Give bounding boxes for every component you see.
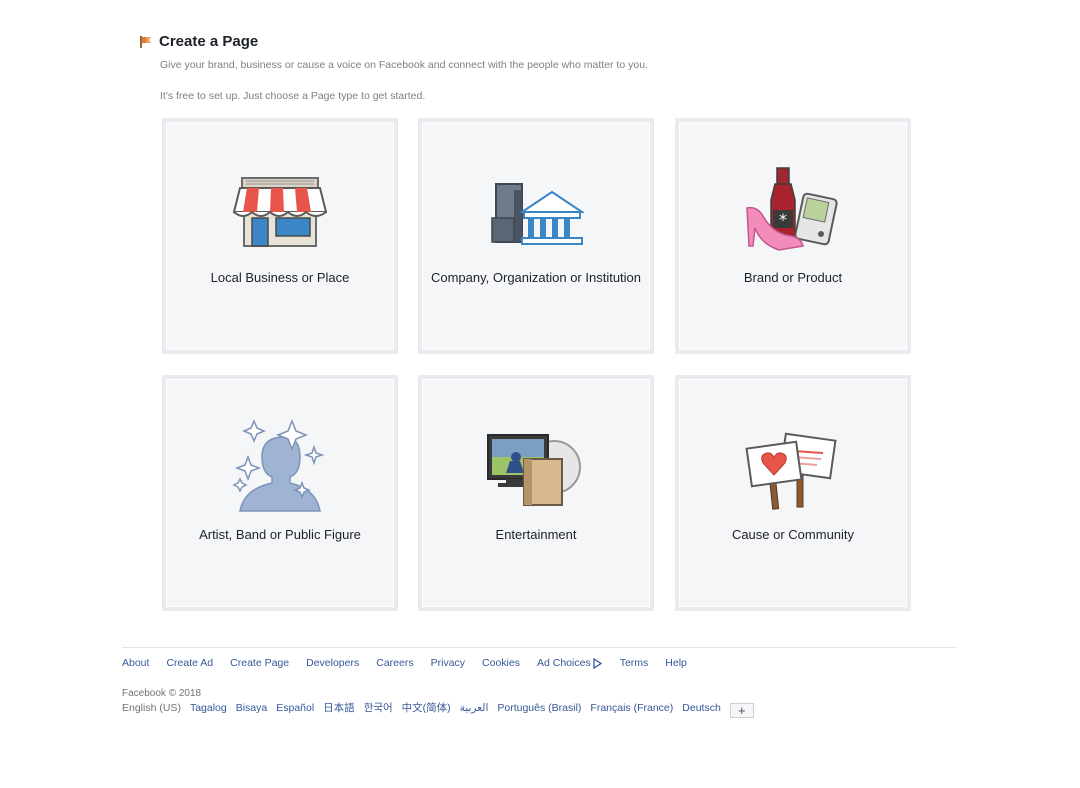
category-label: Entertainment xyxy=(495,527,577,542)
footer-links: About Create Ad Create Page Developers C… xyxy=(122,657,704,669)
ad-choices-icon xyxy=(593,657,602,669)
language-link[interactable]: 日本語 xyxy=(323,700,355,715)
svg-text:*: * xyxy=(779,210,787,229)
copyright: Facebook © 2018 xyxy=(122,688,202,699)
footer-link-cookies[interactable]: Cookies xyxy=(482,657,520,669)
category-label: Artist, Band or Public Figure xyxy=(199,527,361,542)
products-icon: * xyxy=(746,167,838,251)
footer-link-ad-choices[interactable]: Ad Choices xyxy=(537,657,603,669)
footer-link-create-page[interactable]: Create Page xyxy=(230,657,289,669)
footer-link-terms[interactable]: Terms xyxy=(620,657,649,669)
language-link[interactable]: 한국어 xyxy=(364,700,393,715)
page-title: Create a Page xyxy=(159,33,259,50)
language-link[interactable]: العربية xyxy=(460,702,489,714)
language-link[interactable]: Deutsch xyxy=(682,702,721,714)
category-label: Local Business or Place xyxy=(210,270,350,285)
language-link[interactable]: Français (France) xyxy=(590,702,673,714)
language-link[interactable]: Bisaya xyxy=(236,702,268,714)
category-tile-brand[interactable]: * Brand or Product xyxy=(675,118,911,354)
ad-choices-label: Ad Choices xyxy=(536,657,591,669)
more-languages-button[interactable]: + xyxy=(729,703,754,718)
category-tile-local-business[interactable]: Local Business or Place xyxy=(162,118,398,354)
current-language: English (US) xyxy=(122,701,181,714)
footer-link-about[interactable]: About xyxy=(122,657,149,669)
flag-icon xyxy=(140,35,151,48)
footer-link-privacy[interactable]: Privacy xyxy=(431,657,465,669)
language-link[interactable]: Español xyxy=(276,702,314,714)
buildings-icon xyxy=(491,183,584,245)
storefront-icon xyxy=(232,177,328,247)
category-label: Cause or Community xyxy=(731,527,855,542)
footer-link-create-ad[interactable]: Create Ad xyxy=(166,657,213,669)
footer-divider xyxy=(122,647,957,648)
category-label: Company, Organization or Institution xyxy=(430,270,642,285)
page-header: Create a Page xyxy=(139,33,258,50)
signs-icon xyxy=(745,432,837,510)
page-description: Give your brand, business or cause a voi… xyxy=(160,59,648,71)
language-link[interactable]: 中文(简体) xyxy=(402,700,451,715)
category-tile-cause[interactable]: Cause or Community xyxy=(675,375,911,611)
footer-link-developers[interactable]: Developers xyxy=(306,657,359,669)
category-tile-artist[interactable]: Artist, Band or Public Figure xyxy=(162,375,398,611)
entertainment-icon xyxy=(487,434,581,506)
category-tile-entertainment[interactable]: Entertainment xyxy=(418,375,654,611)
footer-link-help[interactable]: Help xyxy=(665,657,687,669)
language-list: English (US) Tagalog Bisaya Español 日本語 … xyxy=(122,700,754,718)
page-subtext: It's free to set up. Just choose a Page … xyxy=(160,90,426,102)
category-tile-company[interactable]: Company, Organization or Institution xyxy=(418,118,654,354)
public-figure-icon xyxy=(232,419,325,512)
category-label: Brand or Product xyxy=(743,270,843,285)
language-link[interactable]: Português (Brasil) xyxy=(497,702,581,714)
footer-link-careers[interactable]: Careers xyxy=(376,657,413,669)
language-link[interactable]: Tagalog xyxy=(190,702,227,714)
